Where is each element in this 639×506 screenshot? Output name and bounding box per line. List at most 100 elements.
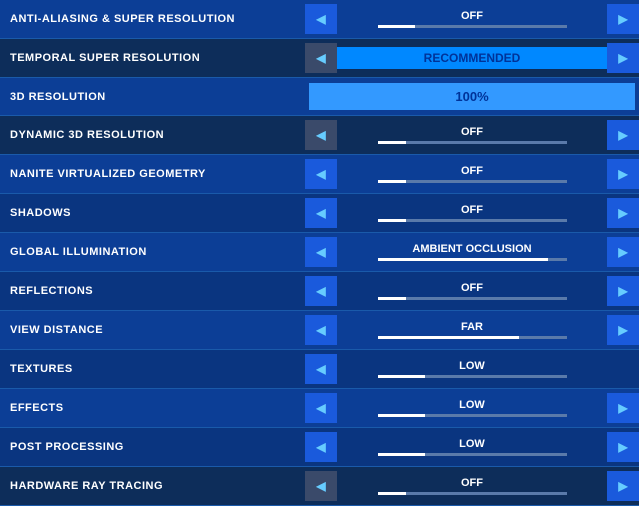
chevron-right-icon: ▶ [618,245,627,259]
progress-fill-nanite [378,180,406,183]
value-box-view-distance: FAR [337,316,607,344]
setting-row-nanite: NANITE VIRTUALIZED GEOMETRY ◀ OFF ▶ [0,155,639,194]
arrow-left-post-processing[interactable]: ◀ [305,432,337,462]
arrow-left-dynamic-3d-resolution[interactable]: ◀ [305,120,337,150]
setting-control-3d-resolution: 100% [309,83,635,110]
arrow-right-shadows[interactable]: ▶ [607,198,639,228]
chevron-left-icon: ◀ [316,401,325,415]
progress-fill-reflections [378,297,406,300]
chevron-left-icon: ◀ [316,167,325,181]
setting-row-temporal-super-resolution: TEMPORAL SUPER RESOLUTION◀RECOMMENDED▶ [0,39,639,78]
arrow-right-view-distance[interactable]: ▶ [607,315,639,345]
setting-control-view-distance: ◀ FAR ▶ [305,311,639,349]
setting-label-dynamic-3d-resolution: DYNAMIC 3D RESOLUTION [0,129,305,141]
setting-row-dynamic-3d-resolution: DYNAMIC 3D RESOLUTION◀OFF▶ [0,116,639,155]
arrow-right-post-processing[interactable]: ▶ [607,432,639,462]
chevron-right-icon: ▶ [618,12,627,26]
setting-label-reflections: REFLECTIONS [0,285,305,297]
arrow-left-global-illumination[interactable]: ◀ [305,237,337,267]
arrow-right-reflections[interactable]: ▶ [607,276,639,306]
chevron-right-icon: ▶ [618,479,627,493]
arrow-right-dynamic-3d-resolution[interactable]: ▶ [607,120,639,150]
chevron-left-icon: ◀ [316,440,325,454]
setting-value-textures: LOW [459,360,485,372]
setting-control-temporal-super-resolution: ◀ RECOMMENDED ▶ [305,39,639,77]
chevron-left-icon: ◀ [316,51,325,65]
setting-control-global-illumination: ◀ AMBIENT OCCLUSION ▶ [305,233,639,271]
chevron-left-icon: ◀ [316,128,325,142]
progress-container-dynamic-3d-resolution [378,141,567,144]
arrow-left-nanite[interactable]: ◀ [305,159,337,189]
setting-row-post-processing: POST PROCESSING ◀ LOW ▶ [0,428,639,467]
arrow-right-nanite[interactable]: ▶ [607,159,639,189]
progress-fill-textures [378,375,425,378]
progress-fill-hardware-ray-tracing [378,492,406,495]
setting-control-textures: ◀LOW▶ [305,350,639,388]
chevron-right-icon: ▶ [618,323,627,337]
setting-value-3d-resolution: 100% [309,83,635,110]
setting-control-nanite: ◀ OFF ▶ [305,155,639,193]
value-box-nanite: OFF [337,160,607,188]
value-box-global-illumination: AMBIENT OCCLUSION [337,238,607,266]
setting-value-reflections: OFF [461,282,483,294]
setting-row-effects: EFFECTS ◀ LOW ▶ [0,389,639,428]
setting-label-view-distance: VIEW DISTANCE [0,324,305,336]
progress-container-shadows [378,219,567,222]
arrow-left-view-distance[interactable]: ◀ [305,315,337,345]
progress-container-global-illumination [378,258,567,261]
progress-fill-post-processing [378,453,425,456]
setting-row-shadows: SHADOWS◀ OFF ▶ [0,194,639,233]
setting-value-post-processing: LOW [459,438,485,450]
setting-control-reflections: ◀ OFF ▶ [305,272,639,310]
chevron-right-icon: ▶ [618,128,627,142]
progress-container-effects [378,414,567,417]
arrow-left-reflections[interactable]: ◀ [305,276,337,306]
arrow-left-anti-aliasing[interactable]: ◀ [305,4,337,34]
value-box-temporal-super-resolution: RECOMMENDED [337,44,607,72]
setting-control-effects: ◀ LOW ▶ [305,389,639,427]
setting-row-hardware-ray-tracing: HARDWARE RAY TRACING◀ OFF ▶ [0,467,639,506]
setting-label-3d-resolution: 3D RESOLUTION [0,91,305,103]
setting-label-hardware-ray-tracing: HARDWARE RAY TRACING [0,480,305,492]
setting-label-nanite: NANITE VIRTUALIZED GEOMETRY [0,168,305,180]
arrow-right-global-illumination[interactable]: ▶ [607,237,639,267]
settings-panel: ANTI-ALIASING & SUPER RESOLUTION◀OFF▶TEM… [0,0,639,506]
arrow-right-hardware-ray-tracing[interactable]: ▶ [607,471,639,501]
progress-fill-effects [378,414,425,417]
value-box-effects: LOW [337,394,607,422]
setting-value-temporal-super-resolution: RECOMMENDED [337,47,607,69]
progress-container-hardware-ray-tracing [378,492,567,495]
setting-label-post-processing: POST PROCESSING [0,441,305,453]
setting-control-hardware-ray-tracing: ◀ OFF ▶ [305,467,639,505]
progress-fill-shadows [378,219,406,222]
arrow-left-textures[interactable]: ◀ [305,354,337,384]
arrow-left-hardware-ray-tracing[interactable]: ◀ [305,471,337,501]
setting-value-hardware-ray-tracing: OFF [461,477,483,489]
progress-fill-anti-aliasing [378,25,416,28]
chevron-right-icon: ▶ [618,440,627,454]
progress-container-textures [378,375,567,378]
chevron-right-icon: ▶ [618,167,627,181]
chevron-left-icon: ◀ [316,362,325,376]
progress-fill-view-distance [378,336,520,339]
setting-value-view-distance: FAR [461,321,483,333]
setting-label-shadows: SHADOWS [0,207,305,219]
chevron-right-icon: ▶ [618,284,627,298]
setting-value-shadows: OFF [461,204,483,216]
value-box-reflections: OFF [337,277,607,305]
setting-value-effects: LOW [459,399,485,411]
setting-label-anti-aliasing: ANTI-ALIASING & SUPER RESOLUTION [0,13,305,25]
chevron-left-icon: ◀ [316,12,325,26]
arrow-right-anti-aliasing[interactable]: ▶ [607,4,639,34]
setting-value-global-illumination: AMBIENT OCCLUSION [412,243,531,255]
arrow-left-temporal-super-resolution[interactable]: ◀ [305,43,337,73]
arrow-left-effects[interactable]: ◀ [305,393,337,423]
arrow-left-shadows[interactable]: ◀ [305,198,337,228]
arrow-right-temporal-super-resolution[interactable]: ▶ [607,43,639,73]
progress-container-nanite [378,180,567,183]
setting-control-post-processing: ◀ LOW ▶ [305,428,639,466]
setting-label-effects: EFFECTS [0,402,305,414]
chevron-right-icon: ▶ [618,51,627,65]
progress-container-post-processing [378,453,567,456]
arrow-right-effects[interactable]: ▶ [607,393,639,423]
